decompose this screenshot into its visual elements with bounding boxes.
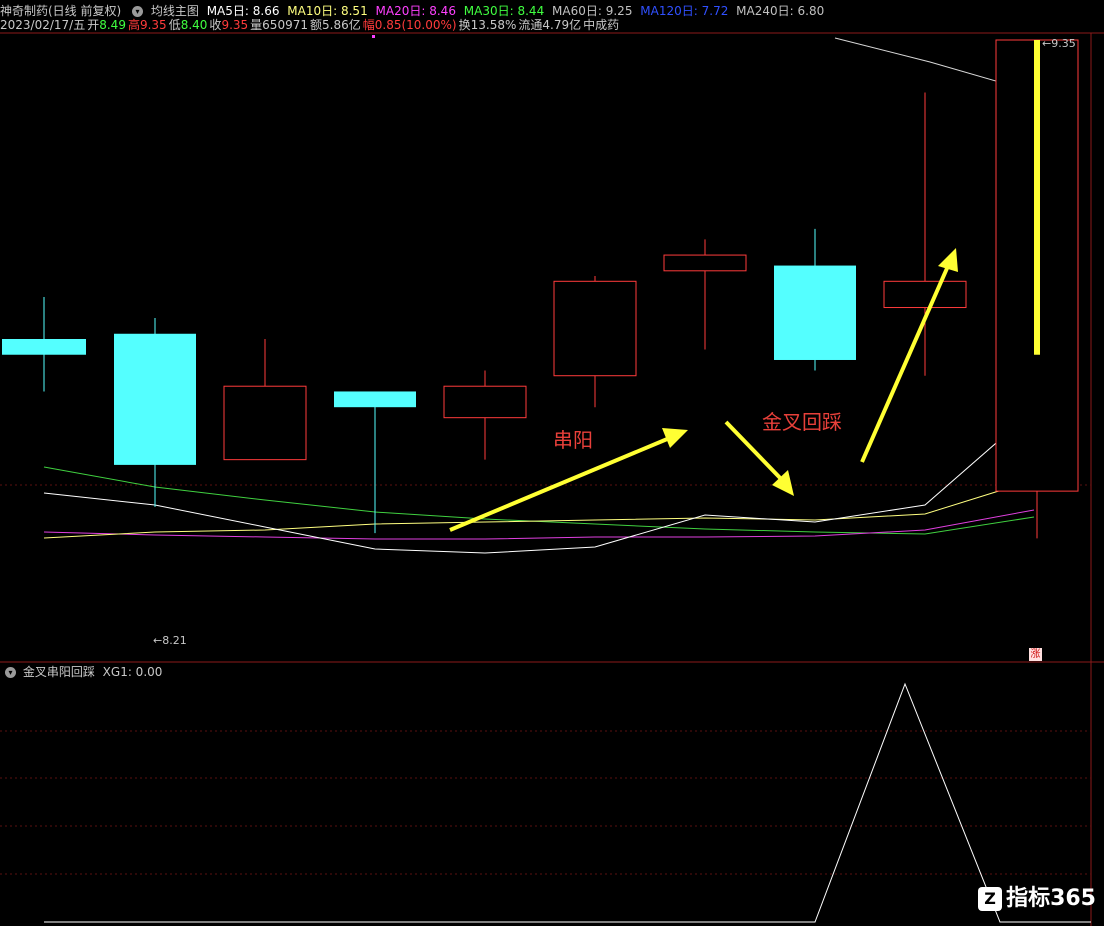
ma10-line: [43, 479, 1035, 539]
low-price-value: 8.21: [162, 634, 187, 647]
chevron-down-icon[interactable]: ▾: [5, 667, 16, 678]
kline-chart[interactable]: [0, 0, 1104, 926]
candle-body[interactable]: [553, 280, 637, 377]
indicator-title[interactable]: 金叉串阳回踩: [23, 665, 95, 679]
zhibiao-logo-icon: Z: [978, 887, 1003, 911]
candle-body[interactable]: [443, 385, 527, 419]
candle-body[interactable]: [2, 339, 86, 355]
candle-body[interactable]: [114, 333, 196, 465]
indicator-header: ▾ 金叉串阳回踩 XG1: 0.00: [2, 665, 162, 679]
limit-up-highlight-bar: [1034, 40, 1040, 355]
xg1-line: [44, 682, 1091, 923]
ma30-line: [43, 466, 1035, 535]
watermark-text: 指标365: [1006, 886, 1096, 911]
indicator-xg-value: XG1: 0.00: [102, 665, 163, 679]
marker-dot: [372, 35, 375, 38]
low-price-label: ←8.21: [153, 634, 187, 647]
candle-body[interactable]: [663, 254, 747, 272]
candle-body[interactable]: [223, 385, 307, 461]
candle-body[interactable]: [883, 280, 967, 309]
annotation-chuanyang: 串阳: [553, 428, 593, 452]
ma20-line: [43, 509, 1035, 540]
candle-body[interactable]: [334, 391, 416, 408]
annotation-jinchahuicai: 金叉回踩: [762, 410, 842, 434]
arrow-breakout: [860, 248, 958, 463]
high-price-value: 9.35: [1051, 37, 1076, 50]
high-price-label: ←9.35: [1042, 37, 1076, 50]
limit-up-badge[interactable]: 涨: [1029, 648, 1042, 661]
watermark: Z 指标365: [978, 880, 1096, 912]
candle-body[interactable]: [774, 265, 856, 360]
